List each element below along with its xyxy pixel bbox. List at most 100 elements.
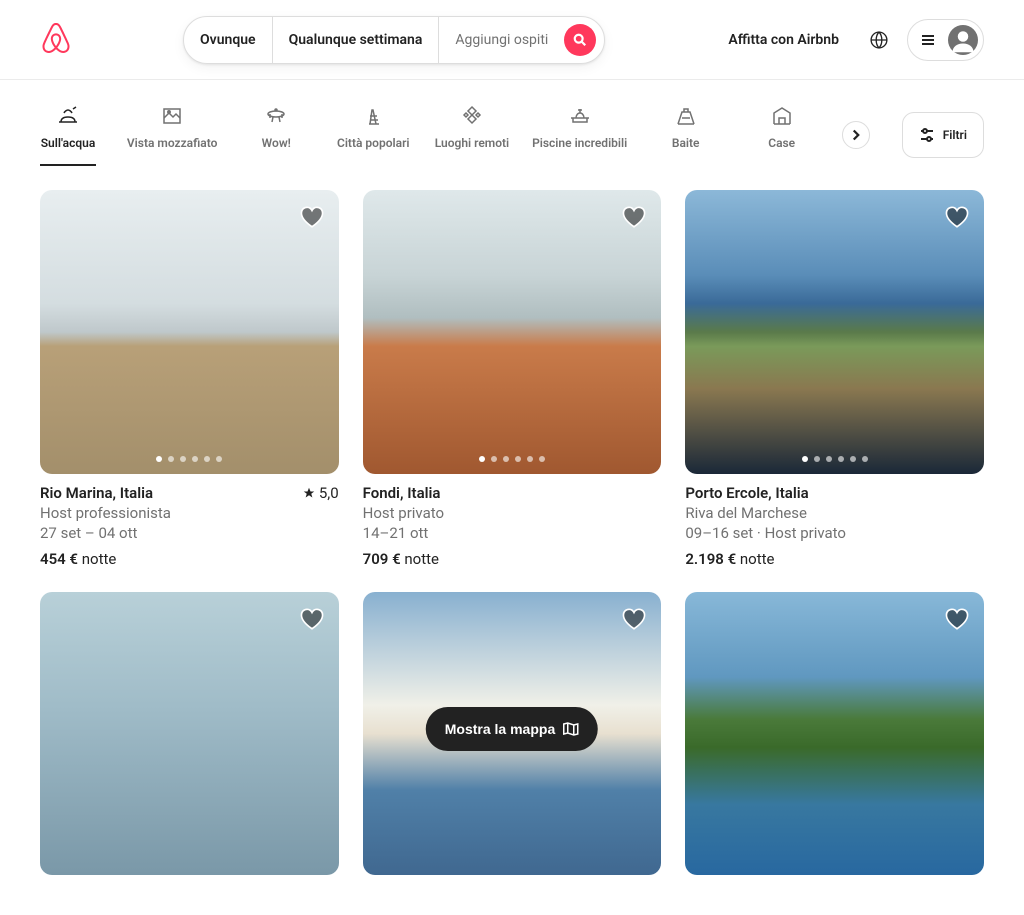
carousel-dot[interactable] xyxy=(156,456,162,462)
listing-title: Porto Ercole, Italia xyxy=(685,484,808,502)
carousel-dots xyxy=(479,456,545,462)
category-sull-acqua[interactable]: Sull'acqua xyxy=(40,104,96,166)
favorite-button[interactable] xyxy=(621,606,647,636)
category-baite[interactable]: Baite xyxy=(658,104,714,166)
carousel-dot[interactable] xyxy=(850,456,856,462)
listings-grid: Rio Marina, Italia 5,0 Host professionis… xyxy=(0,166,1024,915)
category-icon xyxy=(56,104,80,128)
listing-price: 454 € notte xyxy=(40,550,339,568)
category-label: Wow! xyxy=(262,136,291,150)
carousel-dot[interactable] xyxy=(491,456,497,462)
favorite-button[interactable] xyxy=(299,204,325,234)
favorite-button[interactable] xyxy=(944,606,970,636)
listing-card[interactable]: Porto Ercole, Italia Riva del Marchese 0… xyxy=(685,190,984,568)
carousel-dot[interactable] xyxy=(216,456,222,462)
host-link[interactable]: Affitta con Airbnb xyxy=(716,20,851,60)
carousel-dot[interactable] xyxy=(479,456,485,462)
category-case[interactable]: Case xyxy=(754,104,810,166)
search-pill: Ovunque Qualunque settimana Aggiungi osp… xyxy=(183,16,605,64)
listing-thumbnail[interactable] xyxy=(40,190,339,474)
listing-info: Rio Marina, Italia 5,0 Host professionis… xyxy=(40,484,339,568)
category-label: Case xyxy=(768,136,795,150)
carousel-dots xyxy=(802,456,868,462)
category-vista-mozzafiato[interactable]: Vista mozzafiato xyxy=(136,104,208,166)
listing-card[interactable]: Fondi, Italia Host privato 14–21 ott 709… xyxy=(363,190,662,568)
listing-subtitle: Host professionista xyxy=(40,504,339,522)
category-label: Vista mozzafiato xyxy=(127,136,218,150)
listing-image xyxy=(363,190,662,474)
category-luoghi-remoti[interactable]: Luoghi remoti xyxy=(442,104,501,166)
listing-card[interactable] xyxy=(685,592,984,876)
category-bar: Sull'acqua Vista mozzafiato Wow! Città popo… xyxy=(0,80,1024,166)
category-icon xyxy=(361,104,385,128)
show-map-button[interactable]: Mostra la mappa xyxy=(426,707,598,751)
category-next-button[interactable] xyxy=(842,121,870,149)
listing-card[interactable]: Rio Marina, Italia 5,0 Host professionis… xyxy=(40,190,339,568)
search-guests[interactable]: Aggiungi ospiti xyxy=(439,16,564,64)
listing-dates: 09–16 set · Host privato xyxy=(685,524,984,542)
map-button-label: Mostra la mappa xyxy=(445,721,555,737)
listing-subtitle: Host privato xyxy=(363,504,662,522)
filters-label: Filtri xyxy=(943,128,967,142)
listing-thumbnail[interactable] xyxy=(685,592,984,876)
favorite-button[interactable] xyxy=(621,204,647,234)
listing-card[interactable] xyxy=(40,592,339,876)
listing-image xyxy=(685,190,984,474)
category-icon xyxy=(770,104,794,128)
listing-price: 2.198 € notte xyxy=(685,550,984,568)
category-label: Sull'acqua xyxy=(41,136,96,150)
search-button[interactable] xyxy=(564,24,596,56)
carousel-dot[interactable] xyxy=(539,456,545,462)
category-label: Città popolari xyxy=(337,136,410,150)
carousel-dot[interactable] xyxy=(527,456,533,462)
carousel-dots xyxy=(156,456,222,462)
user-menu-button[interactable] xyxy=(907,19,984,61)
category-icon xyxy=(264,104,288,128)
listing-thumbnail[interactable] xyxy=(685,190,984,474)
carousel-dot[interactable] xyxy=(826,456,832,462)
carousel-dot[interactable] xyxy=(192,456,198,462)
listing-thumbnail[interactable] xyxy=(363,190,662,474)
header: Ovunque Qualunque settimana Aggiungi osp… xyxy=(0,0,1024,80)
carousel-dot[interactable] xyxy=(515,456,521,462)
category-wow-[interactable]: Wow! xyxy=(248,104,304,166)
listing-price: 709 € notte xyxy=(363,550,662,568)
language-button[interactable] xyxy=(859,20,899,60)
category-icon xyxy=(460,104,484,128)
carousel-dot[interactable] xyxy=(814,456,820,462)
favorite-button[interactable] xyxy=(944,204,970,234)
category-piscine-incredibili[interactable]: Piscine incredibili xyxy=(542,104,618,166)
listing-subtitle: Riva del Marchese xyxy=(685,504,984,522)
category-citt-popolari[interactable]: Città popolari xyxy=(344,104,402,166)
avatar xyxy=(948,25,978,55)
category-label: Baite xyxy=(672,136,700,150)
listing-rating: 5,0 xyxy=(303,484,339,502)
category-icon xyxy=(674,104,698,128)
listing-info: Porto Ercole, Italia Riva del Marchese 0… xyxy=(685,484,984,568)
favorite-button[interactable] xyxy=(299,606,325,636)
listing-image xyxy=(40,592,339,876)
carousel-dot[interactable] xyxy=(838,456,844,462)
listing-thumbnail[interactable] xyxy=(40,592,339,876)
carousel-dot[interactable] xyxy=(168,456,174,462)
carousel-dot[interactable] xyxy=(204,456,210,462)
carousel-dot[interactable] xyxy=(180,456,186,462)
category-label: Luoghi remoti xyxy=(435,136,509,150)
carousel-dot[interactable] xyxy=(802,456,808,462)
carousel-dot[interactable] xyxy=(862,456,868,462)
listing-title: Rio Marina, Italia xyxy=(40,484,153,502)
airbnb-logo[interactable] xyxy=(40,22,72,58)
category-icon xyxy=(160,104,184,128)
search-when[interactable]: Qualunque settimana xyxy=(273,16,440,64)
listing-image xyxy=(685,592,984,876)
carousel-dot[interactable] xyxy=(503,456,509,462)
listing-dates: 27 set – 04 ott xyxy=(40,524,339,542)
listing-title: Fondi, Italia xyxy=(363,484,441,502)
category-label: Piscine incredibili xyxy=(532,136,627,150)
filters-button[interactable]: Filtri xyxy=(902,112,984,158)
listing-info: Fondi, Italia Host privato 14–21 ott 709… xyxy=(363,484,662,568)
listing-image xyxy=(40,190,339,474)
category-icon xyxy=(568,104,592,128)
search-where[interactable]: Ovunque xyxy=(184,16,273,64)
header-right: Affitta con Airbnb xyxy=(716,19,984,61)
